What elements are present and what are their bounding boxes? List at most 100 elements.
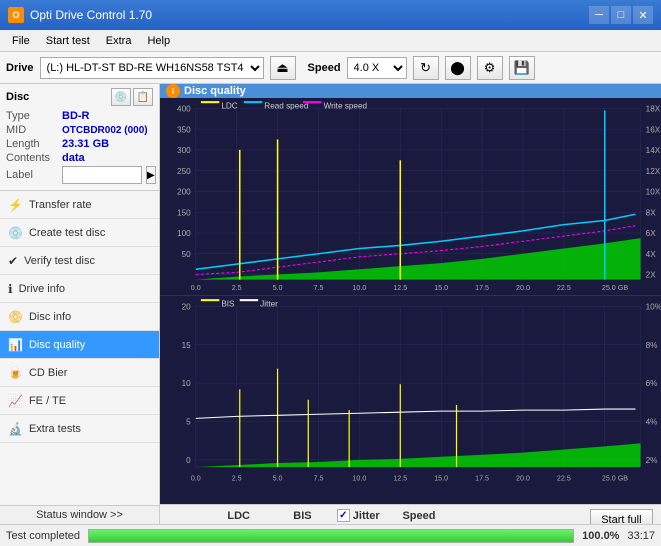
svg-text:2%: 2% <box>646 456 658 465</box>
svg-text:4%: 4% <box>646 418 658 427</box>
svg-text:20: 20 <box>182 303 192 312</box>
status-window-label: Status window >> <box>36 509 123 521</box>
disc-mid-row: MID OTCBDR002 (000) <box>6 124 153 136</box>
drive-label: Drive <box>6 62 34 74</box>
start-full-button[interactable]: Start full <box>590 509 653 524</box>
svg-text:5.0: 5.0 <box>273 474 283 483</box>
charts-area: 400 350 300 250 200 150 100 50 18X 16X 1… <box>160 98 661 504</box>
action-buttons: Start full Start part <box>590 509 653 524</box>
content-area: i Disc quality <box>160 84 661 524</box>
record-button[interactable]: ⬤ <box>445 56 471 80</box>
stats-table: LDC BIS ✓ Jitter Speed <box>168 509 531 524</box>
sidebar-item-extra-tests-label: Extra tests <box>29 423 81 435</box>
col-bis: BIS <box>272 509 333 523</box>
svg-text:Jitter: Jitter <box>260 300 278 309</box>
jitter-label: Jitter <box>353 510 380 522</box>
minimize-button[interactable]: ─ <box>589 6 609 24</box>
transfer-rate-icon: ⚡ <box>8 198 23 212</box>
svg-text:7.5: 7.5 <box>314 474 324 483</box>
svg-text:0.0: 0.0 <box>191 474 201 483</box>
menu-file[interactable]: File <box>4 33 38 49</box>
status-window-button[interactable]: Status window >> <box>0 505 159 524</box>
disc-length-value: 23.31 GB <box>62 138 109 150</box>
sidebar-item-verify-test-disc[interactable]: ✔ Verify test disc <box>0 247 159 275</box>
bottom-status-bar: Test completed 100.0% 33:17 <box>0 524 661 546</box>
sidebar: Disc 💿 📋 Type BD-R MID OTCBDR002 (000) L… <box>0 84 160 524</box>
menu-start-test[interactable]: Start test <box>38 33 98 49</box>
fe-te-icon: 📈 <box>8 394 23 408</box>
verify-test-disc-icon: ✔ <box>8 254 18 268</box>
menubar: File Start test Extra Help <box>0 30 661 52</box>
sidebar-item-disc-quality[interactable]: 📊 Disc quality <box>0 331 159 359</box>
progress-bar <box>89 530 573 542</box>
window-controls: ─ □ ✕ <box>589 6 653 24</box>
disc-contents-value: data <box>62 152 85 164</box>
svg-text:22.5: 22.5 <box>557 474 571 483</box>
ldc-chart-wrapper: 400 350 300 250 200 150 100 50 18X 16X 1… <box>160 98 661 296</box>
disc-label-input[interactable] <box>62 166 142 184</box>
sidebar-item-fe-te[interactable]: 📈 FE / TE <box>0 387 159 415</box>
disc-label-label: Label <box>6 169 58 181</box>
sidebar-item-extra-tests[interactable]: 🔬 Extra tests <box>0 415 159 443</box>
disc-panel: Disc 💿 📋 Type BD-R MID OTCBDR002 (000) L… <box>0 84 159 191</box>
menu-help[interactable]: Help <box>139 33 178 49</box>
disc-info-icon: 📀 <box>8 310 23 324</box>
main-area: Disc 💿 📋 Type BD-R MID OTCBDR002 (000) L… <box>0 84 661 524</box>
svg-text:7.5: 7.5 <box>314 283 324 292</box>
titlebar: O Opti Drive Control 1.70 ─ □ ✕ <box>0 0 661 30</box>
svg-text:16X: 16X <box>646 125 661 134</box>
svg-text:17.5: 17.5 <box>475 474 489 483</box>
save-button[interactable]: 💾 <box>509 56 535 80</box>
sidebar-item-drive-info[interactable]: ℹ Drive info <box>0 275 159 303</box>
sidebar-item-create-test-disc[interactable]: 💿 Create test disc <box>0 219 159 247</box>
disc-type-value: BD-R <box>62 110 90 122</box>
svg-text:8%: 8% <box>646 341 658 350</box>
svg-text:300: 300 <box>177 146 191 155</box>
disc-mid-label: MID <box>6 124 58 136</box>
settings-button[interactable]: ⚙ <box>477 56 503 80</box>
speed-label: Speed <box>308 62 341 74</box>
svg-text:12X: 12X <box>646 167 661 176</box>
col-empty <box>168 509 205 523</box>
disc-icon-btn-1[interactable]: 💿 <box>111 88 131 106</box>
svg-text:350: 350 <box>177 125 191 134</box>
svg-text:2.5: 2.5 <box>232 283 242 292</box>
sidebar-item-cd-bier[interactable]: 🍺 CD Bier <box>0 359 159 387</box>
svg-text:8X: 8X <box>646 208 656 217</box>
svg-text:Write speed: Write speed <box>324 101 368 110</box>
menu-extra[interactable]: Extra <box>98 33 140 49</box>
svg-text:5.0: 5.0 <box>273 283 283 292</box>
time-text: 33:17 <box>627 530 655 542</box>
col-speed: Speed <box>386 509 453 523</box>
disc-mid-value: OTCBDR002 (000) <box>62 125 148 136</box>
eject-button[interactable]: ⏏ <box>270 56 296 80</box>
cd-bier-icon: 🍺 <box>8 366 23 380</box>
speed-select[interactable]: 4.0 X <box>347 57 407 79</box>
svg-text:20.0: 20.0 <box>516 474 530 483</box>
disc-title: Disc <box>6 91 29 103</box>
svg-text:10: 10 <box>182 379 192 388</box>
jitter-checkbox[interactable]: ✓ <box>337 509 350 522</box>
disc-quality-header: i Disc quality <box>160 84 661 98</box>
disc-length-label: Length <box>6 138 58 150</box>
nav-items: ⚡ Transfer rate 💿 Create test disc ✔ Ver… <box>0 191 159 505</box>
drive-select[interactable]: (L:) HL-DT-ST BD-RE WH16NS58 TST4 <box>40 57 264 79</box>
sidebar-item-verify-test-disc-label: Verify test disc <box>24 255 95 267</box>
disc-label-go-btn[interactable]: ▶ <box>146 166 156 184</box>
svg-text:0: 0 <box>186 456 191 465</box>
stats-panel: LDC BIS ✓ Jitter Speed <box>160 504 661 524</box>
close-button[interactable]: ✕ <box>633 6 653 24</box>
col-speed-sel <box>452 509 531 523</box>
disc-icon-btn-2[interactable]: 📋 <box>133 88 153 106</box>
sidebar-item-disc-info[interactable]: 📀 Disc info <box>0 303 159 331</box>
disc-contents-label: Contents <box>6 152 58 164</box>
col-spacer: ✓ Jitter <box>333 509 386 523</box>
maximize-button[interactable]: □ <box>611 6 631 24</box>
refresh-button[interactable]: ↻ <box>413 56 439 80</box>
svg-text:150: 150 <box>177 208 191 217</box>
sidebar-item-disc-info-label: Disc info <box>29 311 71 323</box>
svg-text:15.0: 15.0 <box>434 474 448 483</box>
disc-quality-title: Disc quality <box>184 85 246 97</box>
sidebar-item-transfer-rate[interactable]: ⚡ Transfer rate <box>0 191 159 219</box>
svg-text:BIS: BIS <box>221 300 235 309</box>
